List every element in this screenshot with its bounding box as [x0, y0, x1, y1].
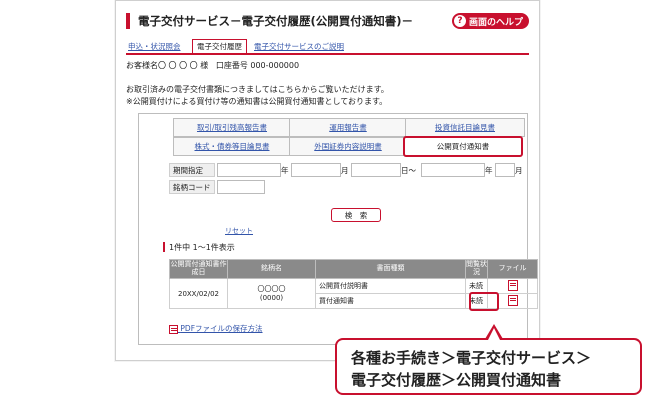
pdf-highlight-frame	[469, 292, 499, 311]
pdf-save-link-text: PDFファイルの保存方法	[180, 324, 263, 333]
header-type: 書面種類	[315, 259, 466, 279]
callout-pointer-inner	[488, 328, 500, 340]
pdf-small-icon	[169, 324, 178, 334]
customer-name: 〇 〇 〇 〇	[158, 61, 198, 70]
tab-management-report[interactable]: 運用報告書	[289, 118, 407, 137]
title-bar: 電子交付サービス－電子交付履歴(公開買付通知書)－ ? 画面のヘルプ	[126, 11, 529, 33]
header-date: 公開買付通知書作成日	[169, 259, 228, 279]
end-year-unit: 年	[485, 166, 493, 175]
start-year-unit: 年	[281, 166, 289, 175]
sub-navigation: 申込・状況照会 電子交付履歴 電子交付サービスのご説明	[126, 39, 529, 55]
result-count: 1件中 1〜1件表示	[163, 242, 235, 253]
tab-trade-report[interactable]: 取引/取引残高報告書	[173, 118, 291, 137]
start-day-unit: 日〜	[401, 166, 416, 175]
subtab-service-explanation[interactable]: 電子交付サービスのご説明	[254, 41, 344, 52]
header-issue: 銘柄名	[227, 259, 316, 279]
header-file: ファイル	[487, 259, 538, 279]
start-month-unit: 月	[341, 166, 349, 175]
start-month-input[interactable]	[291, 163, 341, 177]
reset-link[interactable]: リセット	[225, 226, 253, 236]
notice-line-1: お取引済みの電子交付書類につきましてはこちらからご覧いただけます。	[126, 85, 389, 94]
customer-suffix: 様	[200, 61, 209, 70]
start-year-input[interactable]	[217, 163, 281, 177]
issue-code: (0000)	[259, 293, 284, 302]
pdf-icon[interactable]	[507, 294, 518, 306]
callout-line-2: 電子交付履歴＞公開買付通知書	[351, 371, 562, 389]
help-button-label: 画面のヘルプ	[468, 17, 523, 28]
help-icon: ?	[453, 15, 466, 27]
subtab-application-status[interactable]: 申込・状況照会	[128, 41, 181, 52]
start-day-input[interactable]	[351, 163, 401, 177]
cell-type: 公開買付説明書	[315, 278, 466, 294]
help-button[interactable]: ? 画面のヘルプ	[451, 13, 529, 29]
account-number: 000-000000	[250, 61, 300, 70]
tab-stock-bond-prospectus[interactable]: 株式・債券等目論見書	[173, 137, 291, 156]
customer-info: お客様名〇 〇 〇 〇 様 口座番号 000-000000	[126, 60, 299, 71]
end-month-input[interactable]	[495, 163, 515, 177]
cell-type: 買付通知書	[315, 293, 466, 309]
subtab-delivery-history[interactable]: 電子交付履歴	[192, 39, 247, 53]
customer-name-label: お客様名	[126, 61, 158, 70]
title-accent-bar	[126, 13, 130, 29]
search-button[interactable]: 検 索	[331, 208, 381, 222]
end-year-input[interactable]	[421, 163, 485, 177]
pdf-icon[interactable]	[507, 279, 518, 291]
pdf-save-link[interactable]: PDFファイルの保存方法	[169, 323, 263, 334]
table-header-row: 公開買付通知書作成日 銘柄名 書面種類 閲覧状況 ファイル	[169, 259, 538, 279]
callout-line-1: 各種お手続き＞電子交付サービス＞	[351, 349, 592, 367]
code-label: 銘柄コード	[169, 180, 215, 194]
result-count-text: 1件中 1〜1件表示	[169, 243, 235, 252]
notice-line-2: ※公開買付けによる買付け等の通知書は公開買付通知書としております。	[126, 97, 388, 106]
navigation-callout: 各種お手続き＞電子交付サービス＞ 電子交付履歴＞公開買付通知書	[335, 338, 642, 395]
issue-name: 〇〇〇〇	[257, 285, 286, 294]
count-accent-bar	[163, 242, 165, 252]
code-input[interactable]	[217, 180, 265, 194]
header-status: 閲覧状況	[465, 259, 488, 279]
page-title: 電子交付サービス－電子交付履歴(公開買付通知書)－	[138, 14, 414, 28]
tab-foreign-securities[interactable]: 外国証券内容説明書	[289, 137, 407, 156]
end-month-unit: 月	[515, 166, 523, 175]
tab-fund-prospectus[interactable]: 投資信託目論見書	[405, 118, 525, 137]
cell-date: 20XX/02/02	[169, 278, 228, 309]
cell-issue: 〇〇〇〇 (0000)	[227, 278, 316, 309]
period-label: 期間指定	[169, 163, 215, 177]
tab-tender-offer-notice[interactable]: 公開買付通知書	[403, 136, 523, 157]
account-label: 口座番号	[215, 61, 248, 70]
